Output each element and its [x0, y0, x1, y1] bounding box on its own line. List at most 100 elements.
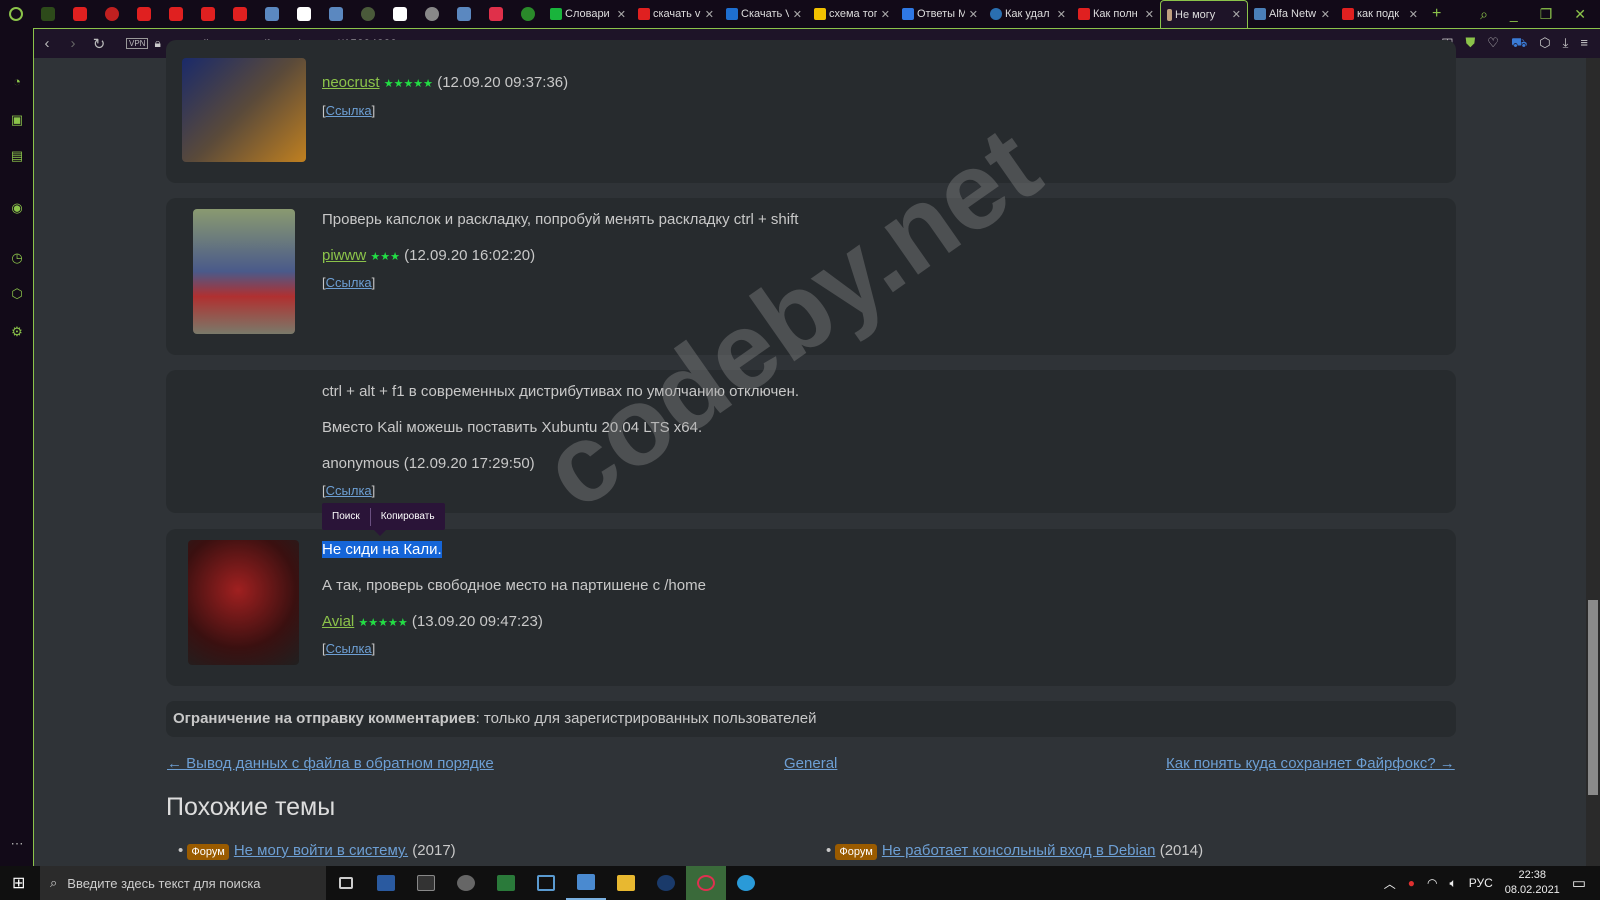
next-topic-link[interactable]: Как понять куда сохраняет Файрфокс? →	[1166, 755, 1455, 772]
bag-icon[interactable]: ▣	[9, 112, 25, 128]
search-tabs-icon[interactable]: ⌕	[1480, 6, 1488, 23]
youtube-pinned-icon[interactable]	[137, 7, 151, 21]
opera-gx-icon[interactable]	[686, 866, 726, 900]
pinned-tab-icon[interactable]	[521, 7, 535, 21]
close-tab-icon[interactable]: ✕	[705, 8, 714, 21]
tab[interactable]: схема тог ✕	[808, 0, 896, 28]
wifi-icon[interactable]: ◠	[1427, 876, 1437, 890]
vk-pinned-icon[interactable]	[457, 7, 471, 21]
heart-icon[interactable]: ♡	[1487, 35, 1499, 53]
close-tab-icon[interactable]: ✕	[793, 8, 802, 21]
reload-button[interactable]: ↻	[86, 35, 112, 53]
browser-logo-icon[interactable]	[9, 7, 23, 21]
chevron-up-icon[interactable]: ︿	[1384, 875, 1396, 892]
scrollbar-thumb[interactable]	[1588, 600, 1598, 795]
tab-active[interactable]: Не могу ✕	[1160, 0, 1248, 28]
avatar	[182, 58, 306, 162]
tab[interactable]: Скачать V ✕	[720, 0, 808, 28]
cube-icon[interactable]: ⬡	[9, 286, 25, 302]
twitch-icon[interactable]: ▤	[9, 148, 25, 164]
w-pinned-icon[interactable]	[393, 7, 407, 21]
stars: ★★★★★	[383, 78, 434, 90]
comment-link[interactable]: Ссылка	[326, 483, 372, 498]
close-tab-icon[interactable]: ✕	[1232, 8, 1241, 21]
comment-text: Вместо Kali можешь поставить Xubuntu 20.…	[322, 419, 703, 436]
whatsapp-icon[interactable]: ◉	[9, 200, 25, 216]
system-tray: ︿ ● ◠ 🔈︎ РУС 22:38 08.02.2021 ▭	[1384, 868, 1600, 898]
user-link[interactable]: Avial	[322, 613, 354, 630]
pinned-tab-icon[interactable]	[425, 7, 439, 21]
pinned-tab-icon[interactable]	[361, 7, 375, 21]
youtube-pinned-icon[interactable]	[73, 7, 87, 21]
history-icon[interactable]: ◷	[9, 250, 25, 266]
powershell-icon[interactable]	[366, 866, 406, 900]
tab-favicon-icon	[902, 8, 914, 20]
close-tab-icon[interactable]: ✕	[881, 8, 890, 21]
minimize-button[interactable]: _	[1510, 6, 1518, 23]
close-tab-icon[interactable]: ✕	[1409, 8, 1418, 21]
youtube-pinned-icon[interactable]	[201, 7, 215, 21]
close-tab-icon[interactable]: ✕	[969, 8, 978, 21]
tab[interactable]: Словари ✕	[544, 0, 632, 28]
popup-copy-button[interactable]: Копировать	[371, 511, 445, 522]
close-window-button[interactable]: ✕	[1574, 6, 1586, 23]
file-explorer-icon[interactable]	[606, 866, 646, 900]
tab[interactable]: как подк ✕	[1336, 0, 1424, 28]
user-link[interactable]: neocrust	[322, 74, 380, 91]
tab[interactable]: скачать v ✕	[632, 0, 720, 28]
app-icon[interactable]	[526, 866, 566, 900]
pinned-tab-icon[interactable]	[489, 7, 503, 21]
close-tab-icon[interactable]: ✕	[1057, 8, 1066, 21]
section-link[interactable]: General	[784, 755, 837, 772]
app-icon[interactable]	[566, 866, 606, 900]
youtube-pinned-icon[interactable]	[233, 7, 247, 21]
vk-pinned-icon[interactable]	[329, 7, 343, 21]
comment-link[interactable]: Ссылка	[326, 103, 372, 118]
tab[interactable]: Как удал ✕	[984, 0, 1072, 28]
close-tab-icon[interactable]: ✕	[1145, 8, 1154, 21]
cart-icon[interactable]: ⛟	[1511, 35, 1527, 53]
tab[interactable]: Как полн ✕	[1072, 0, 1160, 28]
comment-link[interactable]: Ссылка	[326, 275, 372, 290]
onedrive-icon[interactable]: ●	[1408, 876, 1415, 890]
clock[interactable]: 22:38 08.02.2021	[1505, 868, 1560, 898]
terminal-icon[interactable]	[406, 866, 446, 900]
tab[interactable]: Ответы M ✕	[896, 0, 984, 28]
volume-icon[interactable]: 🔈︎	[1450, 876, 1457, 891]
language-indicator[interactable]: РУС	[1469, 876, 1493, 890]
steam-icon[interactable]	[646, 866, 686, 900]
shield-icon[interactable]: ⛊	[1466, 35, 1476, 53]
notifications-icon[interactable]: ▭	[1572, 874, 1586, 892]
more-icon[interactable]: ⋯	[9, 836, 25, 852]
popup-search-button[interactable]: Поиск	[322, 511, 370, 522]
lock-icon[interactable]: 🔒︎	[154, 36, 160, 51]
close-tab-icon[interactable]: ✕	[617, 8, 626, 21]
telegram-icon[interactable]	[726, 866, 766, 900]
prev-topic-link[interactable]: ← Вывод данных с файла в обратном порядк…	[167, 755, 494, 772]
taskbar-search[interactable]: ⌕ Введите здесь текст для поиска	[40, 866, 326, 900]
youtube-pinned-icon[interactable]	[169, 7, 183, 21]
pinned-tab-icon[interactable]	[105, 7, 119, 21]
restore-button[interactable]: ❐	[1540, 6, 1553, 23]
pinned-tab-icon[interactable]	[41, 7, 55, 21]
cube-icon[interactable]: ⬡	[1539, 35, 1550, 53]
vk-pinned-icon[interactable]	[265, 7, 279, 21]
menu-icon[interactable]: ≡	[1580, 35, 1588, 53]
windows-start-icon[interactable]: ⊞	[12, 873, 25, 893]
close-tab-icon[interactable]: ✕	[1321, 8, 1330, 21]
w-pinned-icon[interactable]	[297, 7, 311, 21]
back-button[interactable]: ‹	[34, 35, 60, 52]
tab[interactable]: Alfa Netw ✕	[1248, 0, 1336, 28]
comment-link[interactable]: Ссылка	[326, 641, 372, 656]
forward-button[interactable]: ›	[60, 35, 86, 52]
settings-icon[interactable]: ⚙	[9, 324, 25, 340]
vpn-badge[interactable]: VPN	[126, 38, 149, 49]
app-icon[interactable]	[486, 866, 526, 900]
task-view-icon[interactable]	[326, 866, 366, 900]
comment-author-line: neocrust ★★★★★ (12.09.20 09:37:36)	[322, 74, 569, 91]
new-tab-button[interactable]: +	[1432, 5, 1441, 23]
app-icon[interactable]	[446, 866, 486, 900]
speed-dial-icon[interactable]: ◔	[9, 74, 25, 90]
download-icon[interactable]: ⤓	[1563, 35, 1569, 53]
user-link[interactable]: piwww	[322, 247, 366, 264]
